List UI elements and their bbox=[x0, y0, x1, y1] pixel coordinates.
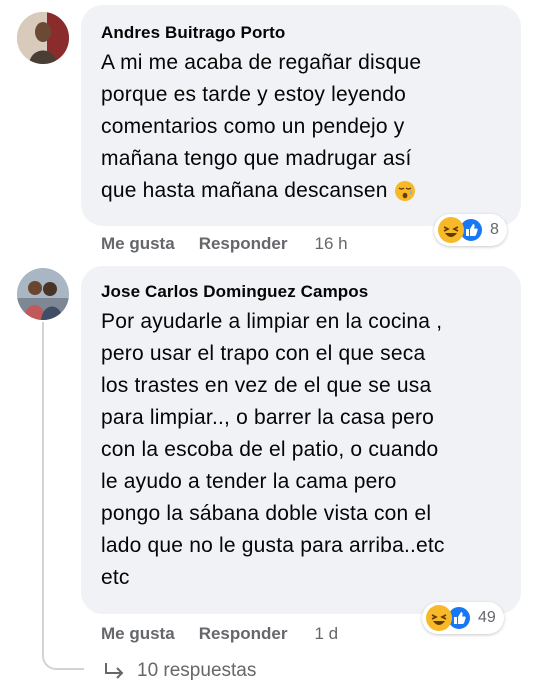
comment-author[interactable]: Andres Buitrago Porto bbox=[101, 23, 501, 43]
sleepy-face-emoji-icon bbox=[394, 180, 416, 202]
comment-bubble: Andres Buitrago Porto A mi me acaba de r… bbox=[81, 5, 521, 226]
comment-bubble: Jose Carlos Dominguez Campos Por ayudarl… bbox=[81, 266, 521, 614]
replies-count-label: 10 respuestas bbox=[137, 660, 257, 681]
reactions-summary[interactable]: 8 bbox=[434, 214, 507, 246]
reply-button[interactable]: Responder bbox=[199, 234, 288, 254]
reply-arrow-icon bbox=[103, 661, 125, 681]
avatar[interactable] bbox=[17, 268, 69, 320]
comment-timestamp[interactable]: 1 d bbox=[314, 624, 338, 644]
like-button[interactable]: Me gusta bbox=[101, 234, 175, 254]
reactions-summary[interactable]: 49 bbox=[422, 602, 504, 634]
like-button[interactable]: Me gusta bbox=[101, 624, 175, 644]
comment-text: A mi me acaba de regañar disque porque e… bbox=[101, 51, 422, 202]
reply-button[interactable]: Responder bbox=[199, 624, 288, 644]
reaction-count: 8 bbox=[490, 221, 499, 238]
comment-actions: Me gusta Responder 1 d bbox=[101, 624, 338, 644]
avatar[interactable] bbox=[17, 12, 69, 64]
comment-actions: Me gusta Responder 16 h bbox=[101, 234, 348, 254]
reaction-count: 49 bbox=[478, 609, 496, 626]
comment-author[interactable]: Jose Carlos Dominguez Campos bbox=[101, 282, 501, 302]
haha-reaction-icon bbox=[426, 605, 452, 631]
haha-reaction-icon bbox=[438, 217, 464, 243]
reply-thread-line bbox=[42, 322, 84, 670]
comment-timestamp[interactable]: 16 h bbox=[314, 234, 347, 254]
comment-text: Por ayudarle a limpiar en la cocina , pe… bbox=[101, 310, 445, 589]
view-replies-button[interactable]: 10 respuestas bbox=[103, 660, 256, 682]
